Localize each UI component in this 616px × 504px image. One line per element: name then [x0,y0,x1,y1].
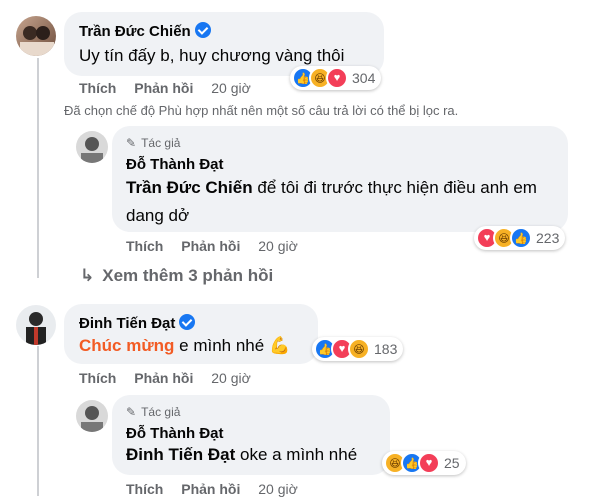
reply-button[interactable]: Phản hồi [181,481,240,497]
commenter-name[interactable]: Trần Đức Chiến [79,22,211,40]
reply-button[interactable]: Phản hồi [134,80,193,96]
author-badge: ✎ Tác giả [126,405,181,419]
thread-line [37,58,39,278]
comment-text: Chúc mừng e mình nhé 💪 [79,336,291,355]
reaction-count: 223 [536,230,560,246]
verified-icon [179,314,196,330]
reply-button[interactable]: Phản hồi [134,370,193,386]
reaction-summary[interactable]: ♥ 😆 👍 223 [474,226,566,250]
haha-icon: 😆 [348,338,370,360]
reaction-summary[interactable]: 👍 ♥ 😆 183 [312,337,404,361]
commenter-name[interactable]: Đinh Tiến Đạt [79,314,196,332]
avatar-dinh-tien-dat[interactable] [16,305,56,345]
pencil-icon: ✎ [126,405,137,419]
avatar-do-thanh-dat[interactable] [76,131,108,163]
like-button[interactable]: Thích [79,80,116,96]
filter-note: Đã chọn chế độ Phù hợp nhất nên một số c… [64,103,459,118]
avatar-do-thanh-dat[interactable] [76,400,108,432]
view-more-replies[interactable]: ↳ Xem thêm 3 phản hồi [80,266,273,286]
verified-icon [194,22,211,38]
comment-actions: Thích Phản hồi 20 giờ [79,80,265,96]
flexed-biceps-icon: 💪 [268,336,291,355]
author-badge: ✎ Tác giả [126,136,181,150]
reply-arrow-icon: ↳ [80,266,95,285]
reaction-count: 183 [374,341,398,357]
pencil-icon: ✎ [126,136,137,150]
timestamp[interactable]: 20 giờ [211,80,251,96]
like-button[interactable]: Thích [79,370,116,386]
reaction-count: 25 [444,455,460,471]
like-icon: 👍 [510,227,532,249]
comment-actions: Thích Phản hồi 20 giờ [126,481,312,497]
reaction-summary[interactable]: 😆 👍 ♥ 25 [382,451,466,475]
commenter-name[interactable]: Đỗ Thành Đạt [126,156,224,173]
comment-text: Trần Đức Chiến để tôi đi trước thực hiện… [126,178,537,225]
comment-actions: Thích Phản hồi 20 giờ [126,238,312,254]
like-button[interactable]: Thích [126,481,163,497]
timestamp[interactable]: 20 giờ [258,238,298,254]
reaction-count: 304 [352,70,376,86]
reply-bubble: ✎ Tác giả Đỗ Thành Đạt Trần Đức Chiến để… [112,126,568,232]
love-icon: ♥ [418,452,440,474]
mention-link[interactable]: Trần Đức Chiến [126,178,253,197]
reaction-summary[interactable]: 👍 😆 ♥ 304 [290,66,382,90]
mention-link[interactable]: Đinh Tiến Đạt [126,445,235,464]
comment-actions: Thích Phản hồi 20 giờ [79,370,265,386]
like-button[interactable]: Thích [126,238,163,254]
comment-bubble: Đinh Tiến Đạt Chúc mừng e mình nhé 💪 [64,304,318,364]
timestamp[interactable]: 20 giờ [258,481,298,497]
highlight-text[interactable]: Chúc mừng [79,336,174,355]
reply-bubble: ✎ Tác giả Đỗ Thành Đạt Đinh Tiến Đạt oke… [112,395,390,475]
timestamp[interactable]: 20 giờ [211,370,251,386]
love-icon: ♥ [326,67,348,89]
commenter-name[interactable]: Đỗ Thành Đạt [126,425,224,442]
thread-line [37,346,39,496]
avatar-tran-duc-chien[interactable] [16,16,56,56]
reply-button[interactable]: Phản hồi [181,238,240,254]
comment-text: Đinh Tiến Đạt oke a mình nhé [126,445,358,464]
